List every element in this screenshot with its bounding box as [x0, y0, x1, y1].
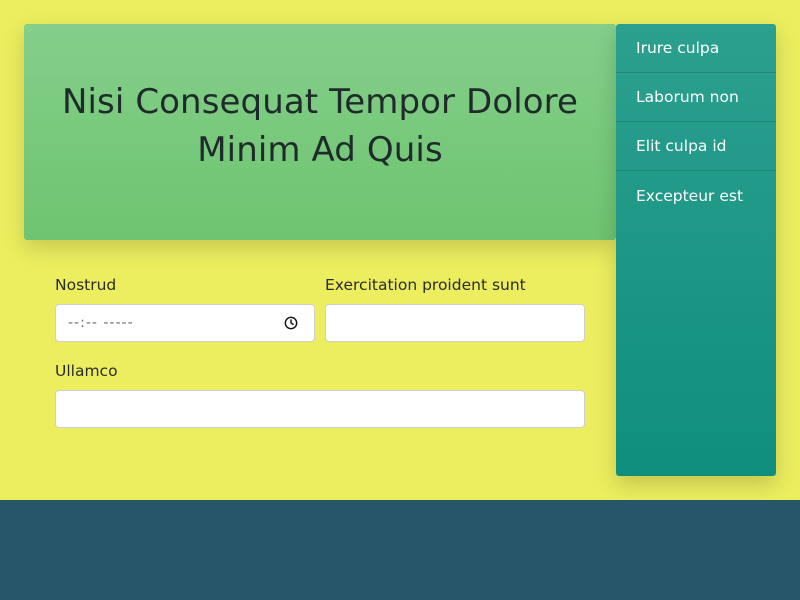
field-nostrud: Nostrud --:-- -----	[55, 270, 315, 342]
field-ullamco: Ullamco	[55, 356, 585, 428]
page: Nisi Consequat Tempor Dolore Minim Ad Qu…	[0, 0, 800, 600]
main-form: Nostrud --:-- ----- Exercitation proiden…	[55, 270, 585, 428]
sidebar-item-irure-culpa[interactable]: Irure culpa	[616, 24, 776, 73]
clock-icon[interactable]	[284, 316, 298, 330]
exercitation-input-wrapper	[325, 304, 585, 342]
sidebar-item-elit-culpa-id[interactable]: Elit culpa id	[616, 122, 776, 171]
field-exercitation: Exercitation proident sunt	[325, 270, 585, 342]
sidebar-nav: Irure culpa Laborum non Elit culpa id Ex…	[616, 24, 776, 476]
exercitation-label: Exercitation proident sunt	[325, 276, 526, 294]
time-input-placeholder: --:-- -----	[68, 315, 134, 331]
ullamco-input-wrapper	[55, 390, 585, 428]
page-title: Nisi Consequat Tempor Dolore Minim Ad Qu…	[61, 82, 579, 170]
nostrud-label: Nostrud	[55, 276, 117, 294]
sidebar-item-laborum-non[interactable]: Laborum non	[616, 73, 776, 122]
footer	[0, 500, 800, 600]
time-input[interactable]: --:-- -----	[55, 304, 315, 342]
exercitation-input[interactable]	[338, 314, 572, 332]
ullamco-label: Ullamco	[55, 362, 118, 380]
hero-banner: Nisi Consequat Tempor Dolore Minim Ad Qu…	[24, 24, 616, 240]
sidebar-item-excepteur-est[interactable]: Excepteur est	[616, 171, 776, 220]
form-row-2: Ullamco	[55, 356, 585, 428]
ullamco-input[interactable]	[68, 400, 572, 418]
form-row-1: Nostrud --:-- ----- Exercitation proiden…	[55, 270, 585, 342]
